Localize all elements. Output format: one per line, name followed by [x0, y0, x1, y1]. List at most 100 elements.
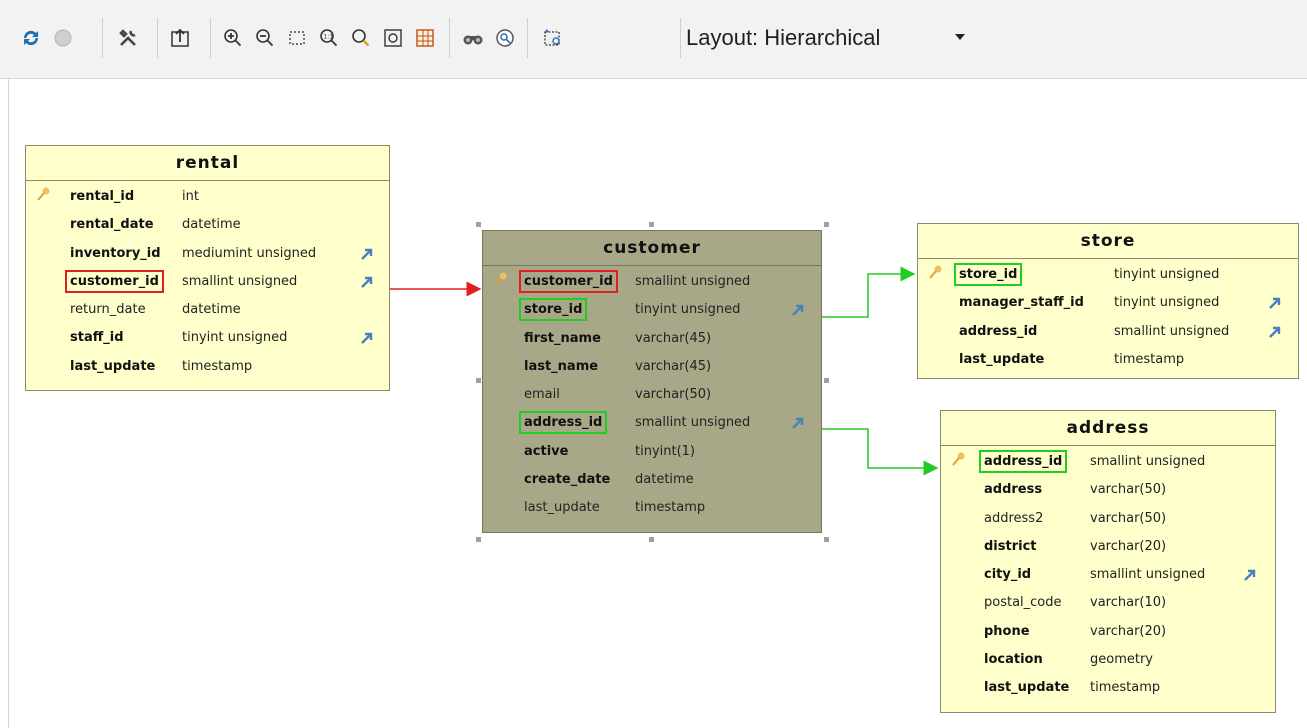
column-row[interactable]: address2 varchar(50): [941, 505, 1275, 533]
column-row[interactable]: return_date datetime: [26, 296, 389, 324]
edge-customer-store: [822, 266, 916, 318]
column-name: address_id: [978, 450, 1068, 473]
foreign-key-arrow-icon[interactable]: [1268, 296, 1282, 310]
column-type: smallint unsigned: [1090, 454, 1206, 469]
column-name: last_update: [524, 500, 600, 516]
column-row[interactable]: customer_id smallint unsigned: [483, 268, 821, 296]
edge-customer-address: [822, 428, 939, 476]
column-type: int: [182, 189, 199, 204]
column-type: smallint unsigned: [182, 273, 298, 289]
column-row[interactable]: last_update timestamp: [26, 353, 389, 381]
primary-key-icon: [952, 452, 965, 466]
primary-key-icon: [37, 187, 50, 201]
column-type: varchar(50): [1090, 482, 1167, 498]
column-name: return_date: [70, 302, 146, 318]
column-row[interactable]: inventory_id mediumint unsigned: [26, 240, 389, 268]
column-row[interactable]: store_id tinyint unsigned: [483, 296, 821, 324]
column-name: staff_id: [70, 330, 124, 346]
column-row[interactable]: address_id smallint unsigned: [483, 409, 821, 437]
column-row[interactable]: rental_date datetime: [26, 211, 389, 239]
foreign-key-arrow-icon[interactable]: [360, 275, 374, 289]
column-type: geometry: [1090, 652, 1154, 668]
column-type: tinyint unsigned: [1114, 295, 1220, 311]
column-name: postal_code: [984, 595, 1062, 611]
selection-handle[interactable]: [649, 537, 654, 542]
selection-handle[interactable]: [649, 222, 654, 227]
column-row[interactable]: postal_code varchar(10): [941, 589, 1275, 617]
column-name: last_update: [959, 351, 1045, 367]
selection-handle[interactable]: [476, 537, 481, 542]
column-row[interactable]: city_id smallint unsigned: [941, 561, 1275, 589]
table-title: store: [918, 224, 1298, 259]
foreign-key-arrow-icon[interactable]: [360, 331, 374, 345]
column-name: last_update: [984, 680, 1070, 696]
column-name: location: [984, 652, 1043, 668]
table-address[interactable]: address address_id smallint unsigned add…: [940, 410, 1276, 713]
column-type: timestamp: [182, 358, 253, 374]
column-type: timestamp: [1114, 351, 1185, 367]
column-name: manager_staff_id: [959, 295, 1084, 311]
column-type: smallint unsigned: [635, 274, 751, 289]
column-type: smallint unsigned: [635, 415, 751, 431]
column-name: store_id: [518, 298, 588, 322]
column-name: last_name: [524, 358, 599, 374]
column-type: varchar(20): [1090, 623, 1167, 639]
column-row[interactable]: last_update timestamp: [941, 674, 1275, 702]
column-row[interactable]: store_id tinyint unsigned: [918, 261, 1298, 289]
column-name: district: [984, 538, 1037, 554]
column-type: varchar(45): [635, 330, 712, 346]
column-type: datetime: [182, 217, 241, 233]
column-name: store_id: [953, 263, 1023, 286]
column-row[interactable]: customer_id smallint unsigned: [26, 268, 389, 296]
column-row[interactable]: manager_staff_id tinyint unsigned: [918, 289, 1298, 317]
column-type: smallint unsigned: [1090, 567, 1206, 583]
table-title: rental: [26, 146, 389, 181]
column-type: mediumint unsigned: [182, 245, 317, 261]
column-row[interactable]: district varchar(20): [941, 533, 1275, 561]
column-row[interactable]: phone varchar(20): [941, 618, 1275, 646]
column-name: first_name: [524, 330, 601, 346]
foreign-key-arrow-icon[interactable]: [791, 303, 805, 317]
column-name: email: [524, 387, 560, 403]
column-row[interactable]: address_id smallint unsigned: [941, 448, 1275, 476]
selection-handle[interactable]: [476, 222, 481, 227]
column-row[interactable]: email varchar(50): [483, 381, 821, 409]
column-row[interactable]: location geometry: [941, 646, 1275, 674]
column-type: varchar(45): [635, 358, 712, 374]
column-row[interactable]: address_id smallint unsigned: [918, 318, 1298, 346]
primary-key-icon: [929, 265, 942, 279]
column-row[interactable]: create_date datetime: [483, 466, 821, 494]
column-row[interactable]: active tinyint(1): [483, 438, 821, 466]
column-row[interactable]: rental_id int: [26, 183, 389, 211]
column-type: timestamp: [635, 500, 706, 516]
column-row[interactable]: staff_id tinyint unsigned: [26, 324, 389, 352]
selection-handle[interactable]: [824, 378, 829, 383]
column-name: city_id: [984, 567, 1032, 583]
column-name: address_id: [518, 411, 608, 435]
foreign-key-arrow-icon[interactable]: [360, 247, 374, 261]
column-row[interactable]: address varchar(50): [941, 476, 1275, 504]
column-type: tinyint unsigned: [1114, 267, 1220, 282]
table-customer[interactable]: customer customer_id smallint unsigned s…: [482, 230, 822, 533]
column-name: inventory_id: [70, 245, 161, 261]
column-row[interactable]: last_update timestamp: [483, 494, 821, 522]
column-row[interactable]: last_update timestamp: [918, 346, 1298, 374]
column-type: tinyint unsigned: [182, 330, 288, 346]
foreign-key-arrow-icon[interactable]: [1243, 568, 1257, 582]
selection-handle[interactable]: [824, 537, 829, 542]
column-name: address_id: [959, 323, 1038, 339]
column-name: address: [984, 482, 1043, 498]
selection-handle[interactable]: [476, 378, 481, 383]
table-store[interactable]: store store_id tinyint unsigned manager_…: [917, 223, 1299, 379]
column-name: active: [524, 443, 569, 459]
column-row[interactable]: last_name varchar(45): [483, 353, 821, 381]
foreign-key-arrow-icon[interactable]: [791, 416, 805, 430]
table-rental[interactable]: rental rental_id int rental_date datetim…: [25, 145, 390, 391]
primary-key-icon: [494, 272, 507, 286]
column-name: customer_id: [519, 270, 618, 293]
selection-handle[interactable]: [824, 222, 829, 227]
column-type: datetime: [182, 302, 241, 318]
column-type: varchar(50): [635, 387, 712, 403]
column-row[interactable]: first_name varchar(45): [483, 325, 821, 353]
foreign-key-arrow-icon[interactable]: [1268, 325, 1282, 339]
